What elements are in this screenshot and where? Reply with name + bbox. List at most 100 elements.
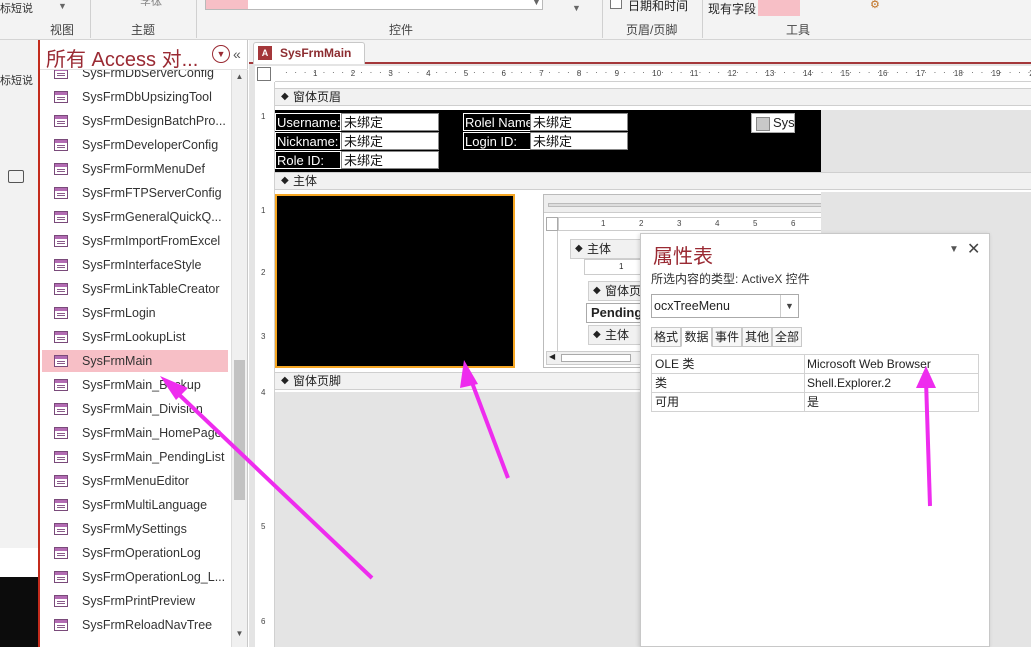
nickname-textbox[interactable]: 未绑定 — [341, 132, 439, 150]
property-row[interactable]: 可用是 — [651, 393, 979, 412]
ruler-tick: · — [313, 68, 316, 77]
property-row[interactable]: 类 Shell.Explorer.2 — [651, 374, 979, 393]
controls-gallery[interactable] — [205, 0, 543, 10]
username-textbox[interactable]: 未绑定 — [341, 113, 439, 131]
tab-property-4[interactable]: 全部 — [772, 327, 802, 347]
nav-item[interactable]: SysFrmLogin — [42, 302, 228, 324]
nav-item[interactable]: SysFrmMenuEditor — [42, 470, 228, 492]
nav-item[interactable]: SysFrmMain_Backup — [42, 374, 228, 396]
controls-more-icon[interactable]: ▼ — [572, 3, 581, 13]
nav-item[interactable]: SysFrmLookupList — [42, 326, 228, 348]
close-icon[interactable]: ✕ — [967, 239, 980, 259]
form-icon — [54, 211, 68, 223]
tab-property-1[interactable]: 数据 — [681, 327, 712, 347]
nav-item[interactable]: SysFrmOperationLog_L... — [42, 566, 228, 588]
form-header-area[interactable]: Username: 未绑定 Nickname: 未绑定 Role ID: 未绑定… — [275, 110, 821, 172]
nav-item[interactable]: SysFrmReloadNavTree — [42, 614, 228, 636]
theme-font-button[interactable]: 字体 — [140, 0, 180, 6]
nav-item[interactable]: SysFrmMain — [42, 350, 228, 372]
scroll-left-icon[interactable]: ◀ — [549, 352, 555, 361]
nav-item[interactable]: SysFrmOperationLog — [42, 542, 228, 564]
form-icon — [54, 139, 68, 151]
ruler-tick: · — [886, 68, 890, 77]
roleid-textbox[interactable]: 未绑定 — [341, 151, 439, 169]
nav-item[interactable]: SysFrmMain_HomePage — [42, 422, 228, 444]
nav-item-label: SysFrmDesignBatchPro... — [82, 114, 226, 128]
nav-item[interactable]: SysFrmFormMenuDef — [42, 158, 228, 180]
roleid-label[interactable]: Role ID: — [275, 151, 341, 169]
section-label: 窗体页眉 — [293, 90, 342, 104]
existing-fields-button[interactable]: 现有字段 — [708, 0, 756, 17]
property-value[interactable]: Shell.Explorer.2 — [805, 374, 979, 393]
nav-item[interactable]: SysFrmDesignBatchPro... — [42, 110, 228, 132]
property-key: 可用 — [651, 393, 805, 412]
nav-item[interactable]: SysFrmPrintPreview — [42, 590, 228, 612]
nav-item[interactable]: SysFrmMySettings — [42, 518, 228, 540]
gallery-scroll-icon[interactable]: ▼ — [532, 0, 541, 7]
property-sheet-menu-icon[interactable]: ▼ — [949, 244, 959, 255]
scroll-down-icon[interactable]: ▼ — [232, 629, 247, 643]
property-tool-icon[interactable]: ⚙ — [870, 0, 886, 12]
nav-item[interactable]: SysFrmDbServerConfig — [42, 70, 228, 84]
property-row[interactable]: OLE 类 Microsoft Web Browser — [651, 355, 979, 374]
username-label[interactable]: Username: — [275, 113, 341, 131]
nav-item[interactable]: SysFrmImportFromExcel — [42, 230, 228, 252]
group-theme-label: 主题 — [131, 23, 156, 37]
view-dropdown-icon[interactable]: ▼ — [58, 0, 67, 12]
datetime-button[interactable]: 日期和时间 — [628, 0, 688, 14]
tab-sysfrmmain[interactable]: A SysFrmMain — [253, 42, 365, 64]
horizontal-ruler[interactable]: 1234567891011121314151617181920212223242… — [275, 66, 1031, 82]
section-bar-body[interactable]: ◆ 主体 — [275, 172, 1031, 190]
property-grid: OLE 类 Microsoft Web Browser 类 Shell.Explore… — [651, 354, 979, 412]
ruler-tick: · — [491, 68, 495, 77]
nav-collapse-icon[interactable]: « — [233, 46, 241, 62]
loginid-textbox[interactable]: 未绑定 — [530, 132, 628, 150]
form-icon — [54, 259, 68, 271]
loginid-label[interactable]: Login ID: — [463, 132, 531, 150]
nav-item[interactable]: SysFrmMain_Division — [42, 398, 228, 420]
ruler-tick: · — [369, 68, 373, 77]
activex-web-browser-control[interactable] — [275, 194, 515, 368]
tab-property-2[interactable]: 事件 — [712, 327, 742, 347]
nickname-label[interactable]: Nickname: — [275, 132, 341, 150]
subform-ruler-number: 4 — [715, 219, 720, 228]
nav-item[interactable]: SysFrmLinkTableCreator — [42, 278, 228, 300]
nav-title[interactable]: 所有 Access 对... — [46, 43, 198, 72]
tab-property-0[interactable]: 格式 — [651, 327, 681, 347]
ruler-tick: · — [294, 68, 298, 77]
nav-item[interactable]: SysFrmMultiLanguage — [42, 494, 228, 516]
section-bar-header[interactable]: ◆ 窗体页眉 — [275, 88, 1031, 106]
nav-item-label: SysFrmMenuEditor — [82, 474, 189, 488]
property-value[interactable]: Microsoft Web Browser — [805, 355, 979, 374]
header-area-outside — [821, 110, 1031, 172]
sys-checkbox-control[interactable]: Sys — [751, 113, 795, 133]
folder-icon[interactable] — [8, 170, 24, 183]
rolename-textbox[interactable]: 未绑定 — [530, 113, 628, 131]
tab-property-3[interactable]: 其他 — [742, 327, 772, 347]
form-icon — [54, 187, 68, 199]
scroll-thumb[interactable] — [234, 360, 245, 500]
scroll-thumb[interactable] — [561, 354, 631, 362]
property-value[interactable]: 是 — [805, 393, 979, 412]
scroll-up-icon[interactable]: ▲ — [232, 72, 247, 86]
chevron-down-icon[interactable]: ▼ — [780, 295, 798, 317]
nav-item[interactable]: SysFrmDbUpsizingTool — [42, 86, 228, 108]
nav-menu-chevron-icon[interactable]: ▼ — [212, 45, 230, 63]
rolename-label[interactable]: Rolel Name: — [463, 113, 531, 131]
form-selector[interactable] — [257, 67, 271, 81]
nav-item[interactable]: SysFrmInterfaceStyle — [42, 254, 228, 276]
ruler-tick: · — [773, 68, 777, 77]
nav-header[interactable]: 所有 Access 对... ▼ « — [40, 40, 248, 72]
nav-item[interactable]: SysFrmMain_PendingList — [42, 446, 228, 468]
subform-selector[interactable] — [546, 217, 558, 231]
nav-item[interactable]: SysFrmDeveloperConfig — [42, 134, 228, 156]
nav-scrollbar[interactable]: ▲ ▼ — [231, 70, 247, 647]
control-selector-dropdown[interactable]: ocxTreeMenu ▼ — [651, 294, 799, 318]
nav-item[interactable]: SysFrmFTPServerConfig — [42, 182, 228, 204]
nav-item[interactable]: SysFrmGeneralQuickQ... — [42, 206, 228, 228]
vertical-ruler[interactable]: 1 1 2 3 4 5 6 — [255, 82, 275, 647]
ruler-tick: · — [802, 68, 805, 77]
ruler-tick: · — [576, 68, 580, 77]
nav-item-label: SysFrmMain_Division — [82, 402, 203, 416]
selected-control-name: ocxTreeMenu — [654, 299, 730, 313]
